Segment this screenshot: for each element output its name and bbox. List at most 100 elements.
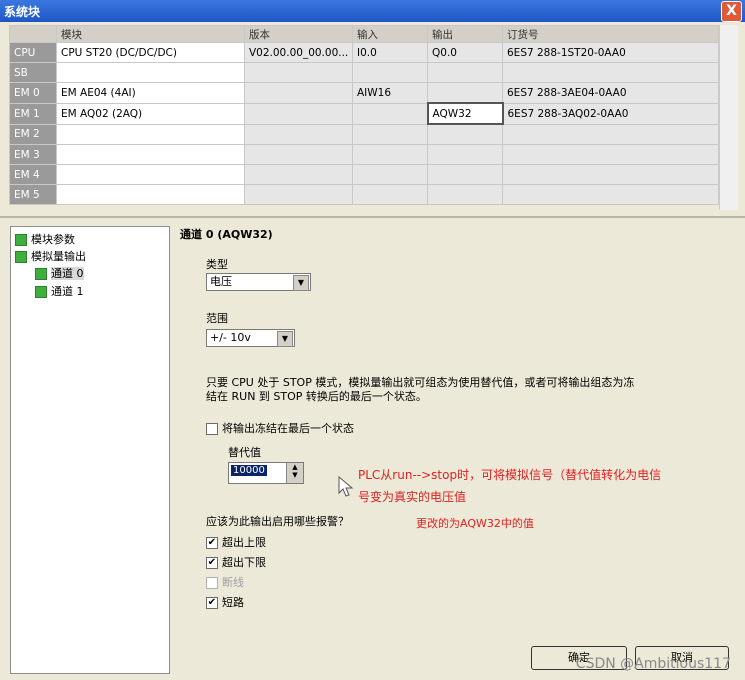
channel-title: 通道 0 (AQW32) [180, 228, 273, 241]
table-row[interactable]: SB [9, 62, 719, 83]
config-tree: 模块参数 模拟量输出 通道 0 通道 1 [10, 226, 170, 674]
range-select[interactable]: +/- 10v ▼ [206, 329, 295, 347]
output-cell [427, 62, 503, 83]
input-cell [352, 184, 428, 205]
version-cell: V02.00.00_00.00... [244, 42, 353, 63]
input-cell [352, 144, 428, 165]
description-line-2: 结在 RUN 到 STOP 转换后的最后一个状态。 [206, 390, 427, 403]
version-cell [244, 82, 353, 104]
slot-cell: EM 1 [9, 102, 57, 125]
annotation-line-3: 更改的为AQW32中的值 [416, 517, 534, 530]
slot-cell: EM 3 [9, 144, 57, 165]
module-cell[interactable]: CPU ST20 (DC/DC/DC) [56, 42, 245, 63]
node-icon [35, 268, 47, 280]
version-cell [244, 144, 353, 165]
slot-cell: EM 4 [9, 164, 57, 185]
annotation-line-2: 号变为真实的电压值 [358, 490, 467, 504]
checkbox-icon [206, 423, 218, 435]
tree-label: 模块参数 [31, 233, 75, 246]
tree-label: 通道 1 [51, 285, 84, 298]
slot-cell: CPU [9, 42, 57, 63]
tree-item-module-params[interactable]: 模块参数 [15, 231, 75, 247]
title-bar: 系统块 X [0, 0, 745, 22]
table-row[interactable]: EM 5 [9, 184, 719, 205]
range-value: +/- 10v [210, 331, 251, 344]
module-cell[interactable] [56, 184, 245, 205]
tree-label: 通道 0 [51, 267, 84, 280]
alarm-under-lower[interactable]: ✔ 超出下限 [206, 554, 266, 570]
order-cell [502, 144, 719, 165]
header-corner [9, 25, 57, 43]
tree-label: 模拟量输出 [31, 250, 86, 263]
slot-cell: EM 2 [9, 123, 57, 145]
type-label: 类型 [206, 258, 228, 271]
module-cell[interactable] [56, 62, 245, 83]
input-cell: I0.0 [352, 42, 428, 63]
header-output: 输出 [427, 25, 503, 43]
freeze-label: 将输出冻结在最后一个状态 [222, 422, 354, 435]
module-cell[interactable] [56, 164, 245, 185]
output-cell-selected[interactable]: AQW32 [426, 102, 504, 125]
substitute-value[interactable]: 10000 [231, 465, 267, 476]
order-cell [502, 62, 719, 83]
table-row[interactable]: CPU CPU ST20 (DC/DC/DC) V02.00.00_00.00...… [9, 42, 719, 63]
module-cell[interactable]: EM AQ02 (2AQ) [56, 102, 245, 125]
header-version: 版本 [244, 25, 353, 43]
table-row[interactable]: EM 2 [9, 123, 719, 145]
type-select[interactable]: 电压 ▼ [206, 273, 311, 291]
alarm-short-circuit[interactable]: ✔ 短路 [206, 594, 244, 610]
node-icon [15, 251, 27, 263]
slot-cell: EM 5 [9, 184, 57, 205]
output-cell [427, 123, 503, 145]
output-cell [427, 164, 503, 185]
module-cell[interactable] [56, 123, 245, 145]
output-cell: Q0.0 [427, 42, 503, 63]
chevron-down-icon: ▼ [293, 275, 309, 291]
alarm-over-upper[interactable]: ✔ 超出上限 [206, 534, 266, 550]
order-cell [502, 164, 719, 185]
table-row[interactable]: EM 1 EM AQ02 (2AQ) AQW32 6ES7 288-3AQ02-0AA… [9, 102, 719, 125]
alarm-label: 短路 [222, 596, 244, 609]
checkbox-icon [206, 577, 218, 589]
input-cell [352, 102, 428, 125]
table-row[interactable]: EM 3 [9, 144, 719, 165]
input-cell [352, 62, 428, 83]
version-cell [244, 184, 353, 205]
close-icon: X [726, 3, 737, 19]
table-row[interactable]: EM 0 EM AE04 (4AI) AIW16 6ES7 288-3AE04-0AA… [9, 82, 719, 104]
tree-item-channel-0[interactable]: 通道 0 [35, 265, 84, 281]
node-icon [15, 234, 27, 246]
splitter[interactable] [0, 216, 745, 218]
tree-item-analog-output[interactable]: 模拟量输出 [15, 248, 86, 264]
type-value: 电压 [210, 275, 232, 288]
chevron-down-icon: ▼ [277, 331, 293, 347]
alarms-label: 应该为此输出启用哪些报警？ [206, 515, 349, 528]
header-input: 输入 [352, 25, 428, 43]
input-cell [352, 164, 428, 185]
order-cell: 6ES7 288-1ST20-0AA0 [502, 42, 719, 63]
order-cell: 6ES7 288-3AE04-0AA0 [502, 82, 719, 104]
close-button[interactable]: X [721, 1, 742, 22]
output-cell [427, 144, 503, 165]
watermark: CSDN @Ambitious117 [575, 656, 731, 672]
table-row[interactable]: EM 4 [9, 164, 719, 185]
table-scrollbar[interactable] [719, 25, 738, 210]
output-cell [427, 184, 503, 205]
order-cell [502, 184, 719, 205]
module-table: 模块 版本 输入 输出 订货号 CPU CPU ST20 (DC/DC/DC) V0… [9, 25, 719, 205]
substitute-value-spinner[interactable]: 10000 ▲ ▼ [228, 462, 304, 484]
version-cell [244, 123, 353, 145]
checkbox-checked-icon: ✔ [206, 597, 218, 609]
freeze-checkbox[interactable]: 将输出冻结在最后一个状态 [206, 420, 354, 436]
checkbox-checked-icon: ✔ [206, 557, 218, 569]
version-cell [244, 164, 353, 185]
module-cell[interactable]: EM AE04 (4AI) [56, 82, 245, 104]
tree-item-channel-1[interactable]: 通道 1 [35, 283, 84, 299]
header-module: 模块 [56, 25, 245, 43]
table-header-row: 模块 版本 输入 输出 订货号 [9, 25, 719, 43]
alarm-label: 超出下限 [222, 556, 266, 569]
version-cell [244, 102, 353, 125]
module-cell[interactable] [56, 144, 245, 165]
spinner-buttons[interactable]: ▲ ▼ [286, 463, 303, 483]
range-label: 范围 [206, 312, 228, 325]
